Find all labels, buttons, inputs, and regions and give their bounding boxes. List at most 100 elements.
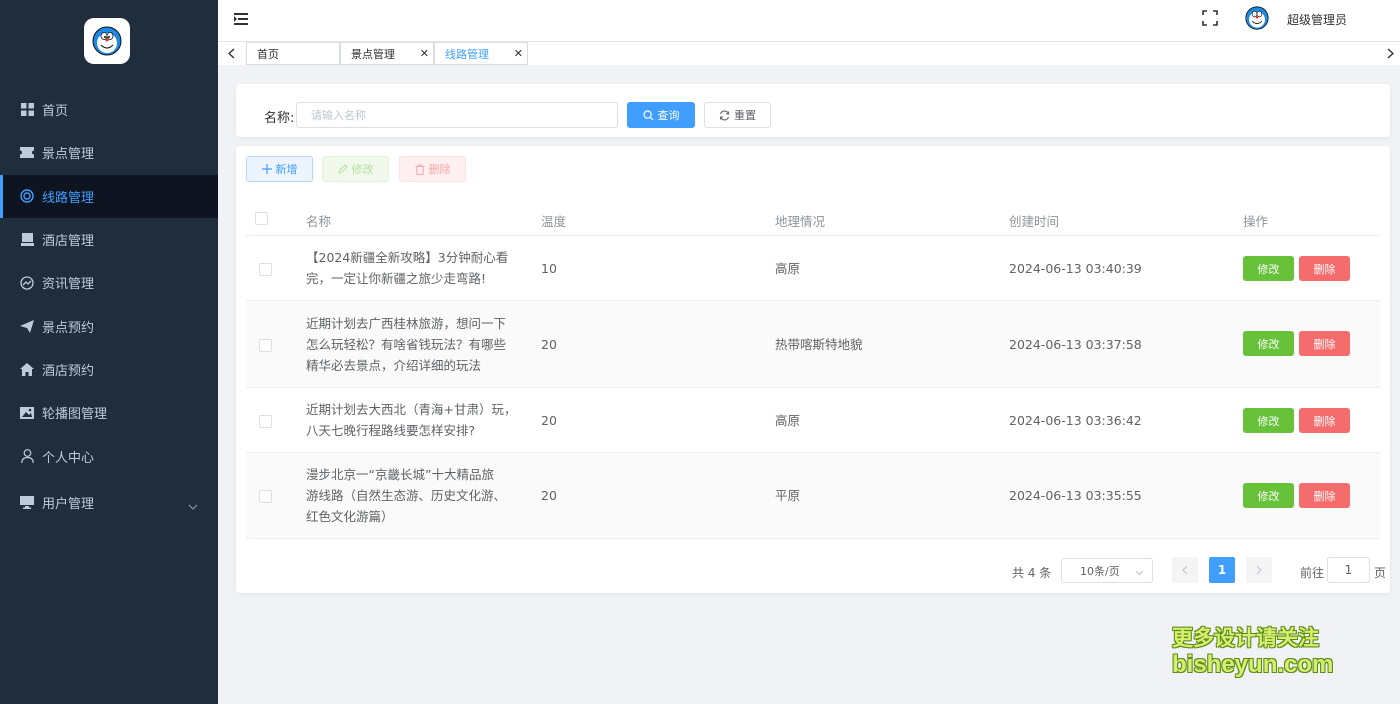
tag-home[interactable]: 首页: [246, 42, 340, 65]
picture-icon: [20, 406, 34, 420]
select-all-checkbox[interactable]: [255, 212, 268, 225]
ticket-icon: [20, 146, 34, 160]
home-icon: [20, 362, 34, 376]
route-icon: [20, 189, 34, 203]
prev-page-button[interactable]: [1172, 557, 1198, 583]
row-delete-button[interactable]: 删除: [1299, 331, 1350, 356]
close-icon[interactable]: ✕: [514, 47, 523, 60]
delete-button[interactable]: 删除: [399, 156, 466, 182]
sidebar-item-banner[interactable]: 轮播图管理: [0, 391, 218, 434]
fullscreen-icon[interactable]: [1202, 10, 1220, 28]
row-delete-button[interactable]: 删除: [1299, 256, 1350, 281]
next-page-button[interactable]: [1246, 557, 1272, 583]
row-name: 【2024新疆全新攻略】3分钟耐心看 完，一定让你新疆之旅少走弯路!: [306, 247, 524, 289]
goto-page-input[interactable]: [1327, 557, 1370, 583]
sidebar-item-hotel[interactable]: 酒店管理: [0, 218, 218, 261]
row-edit-button[interactable]: 修改: [1243, 331, 1294, 356]
row-delete-button[interactable]: 删除: [1299, 483, 1350, 508]
table-row: 漫步北京一“京畿长城”十大精品旅 游线路（自然生态游、历史文化游、 红色文化游篇…: [246, 453, 1380, 539]
sidebar-item-users[interactable]: 用户管理: [0, 478, 218, 528]
row-checkbox[interactable]: [259, 415, 272, 428]
row-geo: 高原: [775, 261, 801, 276]
grid-icon: [20, 103, 34, 117]
sidebar-item-home[interactable]: 首页: [0, 88, 218, 131]
page-size-select[interactable]: 10条/页: [1061, 558, 1153, 583]
add-button-label: 新增: [275, 163, 298, 176]
sidebar-item-label: 首页: [42, 104, 69, 120]
sidebar-item-label: 资讯管理: [42, 277, 95, 293]
tag-route[interactable]: 线路管理 ✕: [434, 42, 528, 65]
tag-label: 首页: [257, 47, 279, 61]
row-geo: 平原: [775, 488, 801, 503]
sidebar-item-scenic[interactable]: 景点管理: [0, 131, 218, 174]
row-name: 近期计划去大西北（青海+甘肃）玩， 八天七晚行程路线要怎样安排?: [306, 399, 524, 441]
sidebar-item-scenic-booking[interactable]: 景点预约: [0, 304, 218, 347]
column-header-geo: 地理情况: [775, 214, 826, 229]
search-input[interactable]: [296, 102, 618, 128]
row-delete-button[interactable]: 删除: [1299, 408, 1350, 433]
page-number-button[interactable]: 1: [1209, 557, 1235, 583]
tag-label: 景点管理: [351, 47, 395, 61]
row-name-line: 漫步北京一“京畿长城”十大精品旅: [306, 467, 494, 482]
tag-label: 线路管理: [445, 47, 489, 61]
table-row: 近期计划去大西北（青海+甘肃）玩， 八天七晚行程路线要怎样安排? 20 高原 2…: [246, 388, 1380, 453]
row-temp: 10: [541, 261, 557, 276]
user-icon: [20, 449, 34, 464]
sidebar-item-label: 景点预约: [42, 320, 95, 336]
watermark-line: 更多设计请关注: [1172, 626, 1319, 650]
row-checkbox[interactable]: [259, 490, 272, 503]
sidebar-item-label: 线路管理: [42, 190, 95, 206]
row-name-line: 完，一定让你新疆之旅少走弯路!: [306, 271, 487, 286]
edit-button[interactable]: 修改: [322, 156, 389, 182]
row-name-line: 怎么玩轻松？有啥省钱玩法？有哪些: [306, 337, 507, 352]
sidebar-item-label: 轮播图管理: [42, 407, 108, 423]
trash-icon: [415, 164, 425, 175]
column-header-temp: 温度: [541, 214, 567, 229]
edit-button-label: 修改: [351, 163, 374, 176]
query-button[interactable]: 查询: [627, 102, 695, 128]
tags-view: 首页 景点管理 ✕ 线路管理 ✕: [218, 42, 1400, 65]
sidebar-item-profile[interactable]: 个人中心: [0, 434, 218, 477]
table-header: 名称 温度 地理情况 创建时间 操作: [246, 200, 1380, 236]
row-temp: 20: [541, 488, 557, 503]
table-panel: 新增 修改 删除 名称 温度 地理情况 创建时间 操作 【2024新疆全新攻略】…: [236, 146, 1390, 593]
row-name: 漫步北京一“京畿长城”十大精品旅 游线路（自然生态游、历史文化游、 红色文化游篇…: [306, 464, 524, 527]
sidebar-item-label: 用户管理: [42, 497, 95, 513]
query-button-label: 查询: [657, 109, 680, 122]
search-icon: [642, 109, 654, 121]
tags-scroll-left-icon[interactable]: [218, 42, 244, 65]
search-label: 名称:: [264, 111, 295, 126]
sidebar-item-hotel-booking[interactable]: 酒店预约: [0, 348, 218, 391]
pagination-total: 共 4 条: [1012, 566, 1052, 580]
avatar[interactable]: [1245, 6, 1269, 30]
chevron-down-icon: [188, 499, 198, 514]
row-edit-button[interactable]: 修改: [1243, 408, 1294, 433]
reset-button[interactable]: 重置: [704, 102, 771, 128]
goto-label: 前往: [1300, 566, 1325, 580]
row-name-line: 近期计划去广西桂林旅游，想问一下: [306, 316, 507, 331]
row-temp: 20: [541, 337, 557, 352]
sidebar-item-route[interactable]: 线路管理: [0, 174, 218, 219]
row-name-line: 游线路（自然生态游、历史文化游、: [306, 488, 507, 503]
hamburger-icon[interactable]: [234, 12, 250, 28]
row-checkbox[interactable]: [259, 263, 272, 276]
row-edit-button[interactable]: 修改: [1243, 483, 1294, 508]
chevron-left-icon: [1182, 565, 1188, 575]
delete-button-label: 删除: [428, 163, 451, 176]
row-edit-button[interactable]: 修改: [1243, 256, 1294, 281]
username[interactable]: 超级管理员: [1287, 11, 1347, 28]
sidebar-item-news[interactable]: 资讯管理: [0, 261, 218, 304]
sidebar-item-label: 个人中心: [42, 450, 95, 466]
add-button[interactable]: 新增: [246, 156, 313, 182]
edit-icon: [337, 164, 348, 174]
close-icon[interactable]: ✕: [420, 47, 429, 60]
sidebar-menu: 首页 景点管理 线路管理 酒店管理 资讯管理 景点预约 酒店预约 轮播图管理 个…: [0, 88, 218, 528]
column-header-name: 名称: [306, 214, 332, 229]
sidebar-item-label: 景点管理: [42, 147, 95, 163]
tag-scenic[interactable]: 景点管理 ✕: [340, 42, 434, 65]
send-icon: [20, 319, 34, 333]
sidebar-item-label: 酒店管理: [42, 234, 95, 250]
row-checkbox[interactable]: [259, 339, 272, 352]
plus-icon: [261, 164, 272, 174]
tags-scroll-right-icon[interactable]: [1380, 42, 1400, 65]
